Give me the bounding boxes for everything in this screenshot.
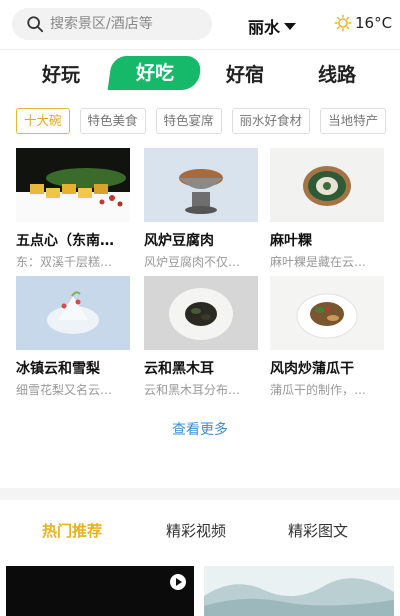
section-divider	[0, 488, 400, 500]
tag-local-products[interactable]: 当地特产	[320, 108, 387, 134]
tab-routes[interactable]: 线路	[318, 60, 356, 87]
tab-hot-picks[interactable]: 热门推荐	[42, 520, 102, 541]
food-image	[16, 148, 130, 222]
tag-ten-bowls[interactable]: 十大碗	[16, 108, 70, 134]
food-card[interactable]: 风炉豆腐肉 风炉豆腐肉不仅…	[144, 148, 258, 270]
food-title: 云和黑木耳	[144, 361, 214, 377]
sun-icon	[334, 14, 352, 32]
food-card[interactable]: 冰镇云和雪梨 细雪花梨又名云…	[16, 276, 130, 398]
tab-food[interactable]: 好吃	[107, 56, 203, 90]
food-desc: 东：双溪千层糕…	[16, 255, 113, 269]
food-desc: 蒲瓜干的制作，…	[270, 383, 367, 397]
city-selector[interactable]: 丽水	[248, 14, 297, 38]
food-image	[270, 276, 384, 350]
food-image	[144, 148, 258, 222]
divider	[0, 49, 400, 50]
food-title: 麻叶粿	[270, 233, 312, 249]
play-icon	[170, 574, 186, 590]
view-more-link[interactable]: 查看更多	[0, 419, 400, 439]
weather-widget: 16°C	[334, 14, 392, 32]
video-thumbnail[interactable]	[6, 566, 194, 616]
city-label: 丽水	[248, 18, 281, 37]
top-bar: 丽水 16°C	[0, 0, 400, 48]
food-title: 冰镇云和雪梨	[16, 361, 100, 377]
food-desc: 云和黑木耳分布…	[144, 383, 241, 397]
temperature-label: 16°C	[355, 14, 393, 32]
tab-articles[interactable]: 精彩图文	[288, 520, 348, 541]
search-box[interactable]	[12, 8, 212, 40]
food-image	[16, 276, 130, 350]
food-card[interactable]: 云和黑木耳 云和黑木耳分布…	[144, 276, 258, 398]
food-card[interactable]: 麻叶粿 麻叶粿是藏在云…	[270, 148, 384, 270]
food-title: 五点心（东南…	[16, 233, 114, 249]
tag-specialty-banquet[interactable]: 特色宴席	[155, 108, 222, 134]
tab-fun[interactable]: 好玩	[42, 60, 80, 87]
food-desc: 麻叶粿是藏在云…	[270, 255, 367, 269]
food-card[interactable]: 五点心（东南… 东：双溪千层糕…	[16, 148, 130, 270]
search-input[interactable]	[50, 16, 200, 32]
tag-lishui-ingredients[interactable]: 丽水好食材	[231, 108, 311, 134]
feed-tabs: 热门推荐 精彩视频 精彩图文	[0, 520, 400, 550]
food-desc: 细雪花梨又名云…	[16, 383, 113, 397]
category-tabs: 好玩 好吃 好宿 线路	[0, 56, 400, 96]
chevron-down-icon	[284, 22, 297, 30]
tab-videos[interactable]: 精彩视频	[166, 520, 226, 541]
landscape-image	[204, 566, 394, 616]
food-desc: 风炉豆腐肉不仅…	[144, 255, 241, 269]
food-title: 风肉炒蒲瓜干	[270, 361, 354, 377]
food-card[interactable]: 风肉炒蒲瓜干 蒲瓜干的制作，…	[270, 276, 384, 398]
food-title: 风炉豆腐肉	[144, 233, 214, 249]
tag-specialty-food[interactable]: 特色美食	[79, 108, 146, 134]
food-image	[144, 276, 258, 350]
tab-stay[interactable]: 好宿	[226, 60, 264, 87]
sub-tag-bar: 十大碗 特色美食 特色宴席 丽水好食材 当地特产	[16, 108, 387, 136]
article-thumbnail[interactable]	[204, 566, 394, 616]
food-image	[270, 148, 384, 222]
search-icon	[27, 16, 44, 33]
